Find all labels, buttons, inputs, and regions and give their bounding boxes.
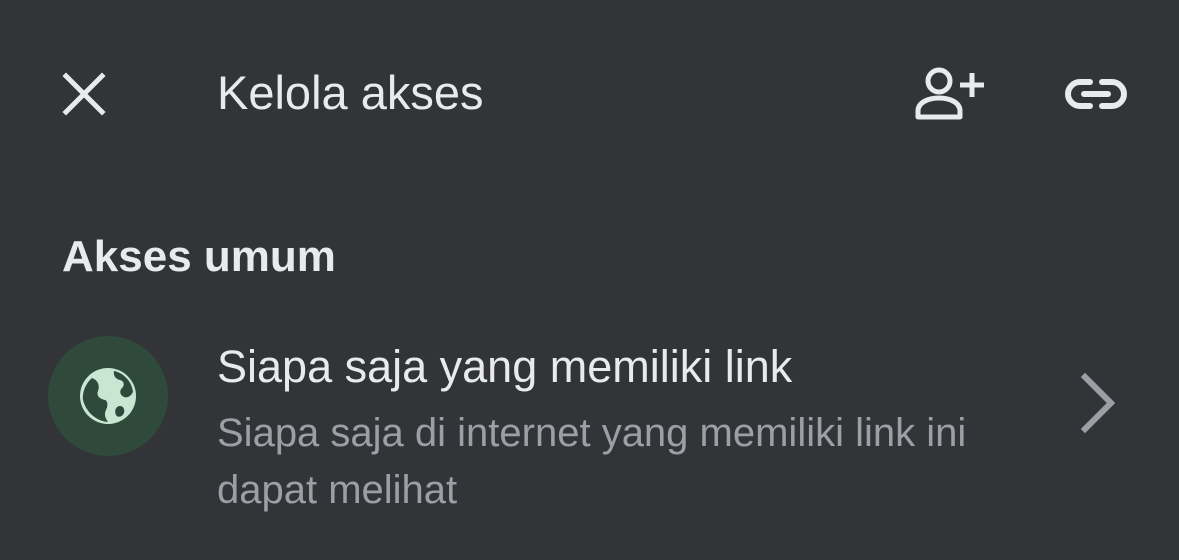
access-option-title: Siapa saja yang memiliki link	[217, 341, 793, 392]
globe-icon	[80, 368, 136, 424]
close-icon	[62, 72, 106, 116]
close-button[interactable]	[44, 54, 124, 134]
copy-link-button[interactable]	[1052, 54, 1140, 134]
globe-avatar	[48, 336, 168, 456]
add-people-button[interactable]	[905, 54, 997, 134]
person-add-icon	[915, 67, 984, 120]
chevron-right-icon	[1062, 368, 1132, 438]
general-access-heading: Akses umum	[62, 232, 336, 281]
general-access-option[interactable]: Siapa saja yang memiliki link Siapa saja…	[0, 320, 1179, 560]
link-icon	[1064, 79, 1128, 109]
top-app-bar: Kelola akses	[0, 0, 1179, 190]
page-title: Kelola akses	[217, 66, 484, 119]
access-option-description: Siapa saja di internet yang memiliki lin…	[217, 411, 967, 512]
